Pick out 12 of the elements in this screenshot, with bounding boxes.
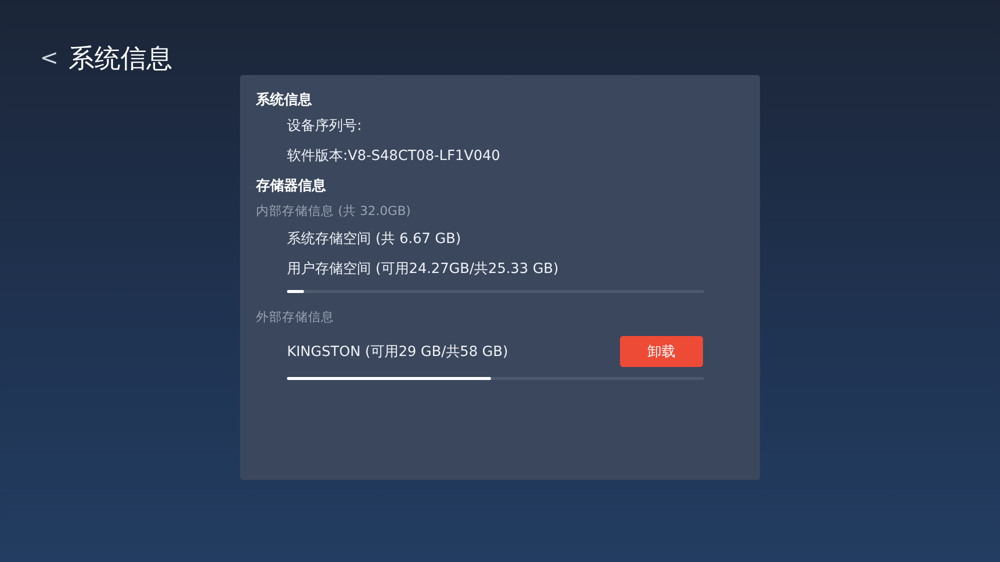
device-text: KINGSTON (可用29 GB/共58 GB) <box>286 342 508 360</box>
back-button[interactable]: < <box>40 46 58 70</box>
section-heading: 存储器信息 <box>256 177 327 195</box>
storage-text: 用户存储空间 (可用24.27GB/共25.33 GB) <box>286 260 560 278</box>
section-heading: 系统信息 <box>256 91 313 109</box>
page-title: 系统信息 <box>68 42 172 76</box>
unmount-button[interactable]: 卸载 <box>620 336 703 367</box>
info-text: 设备序列号: <box>286 117 363 135</box>
internal-storage-label: 内部存储信息 (共 32.0GB) <box>256 203 412 220</box>
info-text: 软件版本:V8-S48CT08-LF1V040 <box>286 147 502 165</box>
external-storage-label: 外部存储信息 <box>256 309 335 326</box>
storage-text: 系统存储空间 (共 6.67 GB) <box>286 230 462 248</box>
